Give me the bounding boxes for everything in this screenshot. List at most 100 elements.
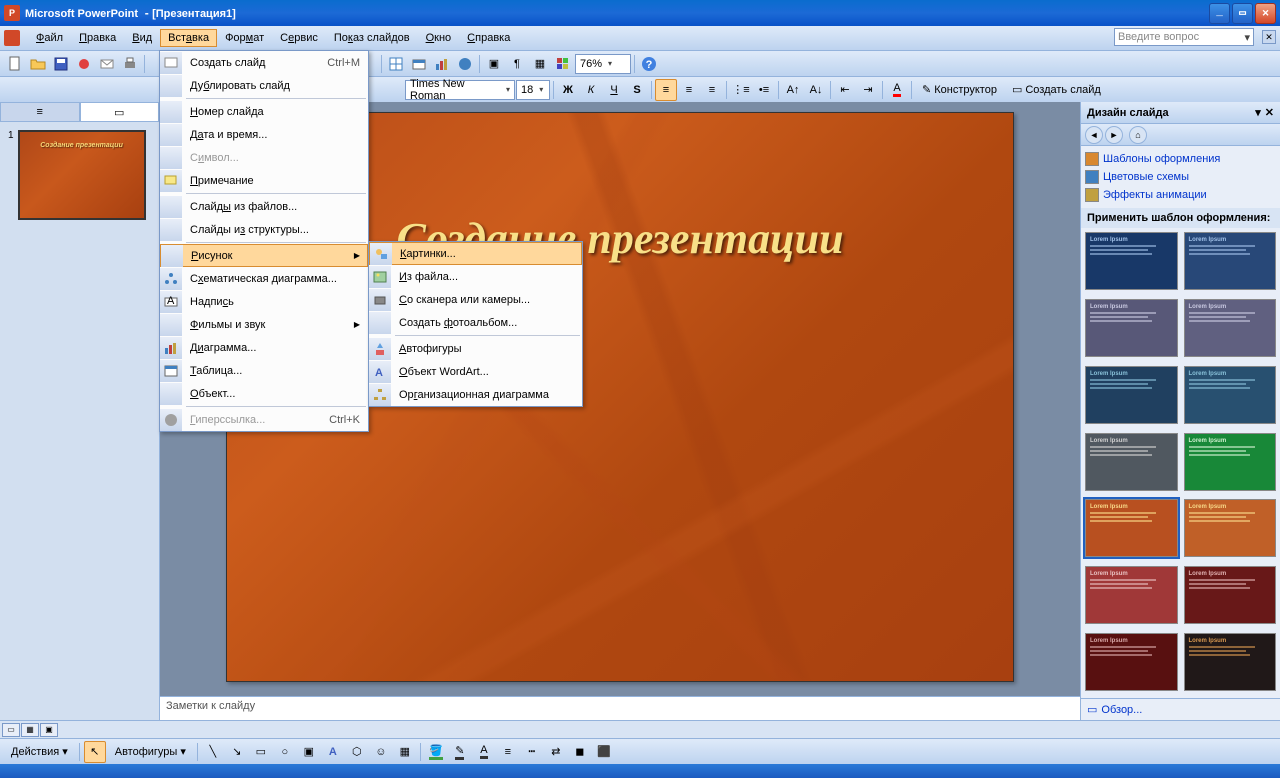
email-button[interactable] (96, 53, 118, 75)
menu-item-dup-slide[interactable]: Дублировать слайд (160, 74, 368, 97)
menu-edit[interactable]: Правка (71, 29, 124, 47)
template-thumb[interactable]: Lorem Ipsum (1085, 232, 1178, 290)
normal-view-button[interactable]: ▭ (2, 723, 20, 737)
menu-view[interactable]: Вид (124, 29, 160, 47)
font-color-button[interactable]: A (886, 79, 908, 101)
submenu-scanner[interactable]: Со сканера или камеры... (369, 288, 582, 311)
template-thumb[interactable]: Lorem Ipsum (1085, 366, 1178, 424)
menu-item-diagram[interactable]: Схематическая диаграмма... (160, 267, 368, 290)
submenu-fromfile[interactable]: Из файла... (369, 265, 582, 288)
clipart-button[interactable]: ☺ (370, 741, 392, 763)
numbered-list-button[interactable]: ⋮≡ (730, 79, 752, 101)
menu-item-datetime[interactable]: Дата и время... (160, 123, 368, 146)
table-insert-button[interactable] (408, 53, 430, 75)
template-thumb[interactable]: Lorem Ipsum (1085, 433, 1178, 491)
hyperlink-button[interactable] (454, 53, 476, 75)
expand-button[interactable]: ▣ (483, 53, 505, 75)
nav-home-button[interactable]: ⌂ (1129, 126, 1147, 144)
menu-item-slide-number[interactable]: Номер слайда (160, 100, 368, 123)
template-thumb[interactable]: Lorem Ipsum (1184, 499, 1277, 557)
new-slide-button[interactable]: ▭Создать слайд (1005, 79, 1108, 101)
maximize-button[interactable]: ▭ (1232, 3, 1253, 24)
increase-indent-button[interactable]: ⇥ (857, 79, 879, 101)
menu-window[interactable]: Окно (418, 29, 460, 47)
template-thumb[interactable]: Lorem Ipsum (1184, 633, 1277, 691)
task-pane-dropdown-icon[interactable]: ▾ (1255, 106, 1261, 119)
notes-pane[interactable]: Заметки к слайду (160, 696, 1080, 720)
slideshow-view-button[interactable]: ▣ (40, 723, 58, 737)
slides-tab[interactable]: ▭ (80, 102, 160, 122)
diagram-button[interactable]: ⬡ (346, 741, 368, 763)
linecolor-button[interactable]: ✎ (449, 741, 471, 763)
picture-button[interactable]: ▦ (394, 741, 416, 763)
fontsize-combo[interactable]: 18 (516, 80, 550, 100)
menu-item-movies[interactable]: Фильмы и звук▶ (160, 313, 368, 336)
linestyle-button[interactable]: ≡ (497, 741, 519, 763)
menu-file[interactable]: ФФайлайл (28, 29, 71, 47)
underline-button[interactable]: Ч (603, 79, 625, 101)
template-thumb[interactable]: Lorem Ipsum (1085, 499, 1178, 557)
shadow-button[interactable]: S (626, 79, 648, 101)
decrease-indent-button[interactable]: ⇤ (834, 79, 856, 101)
submenu-album[interactable]: Создать фотоальбом... (369, 311, 582, 334)
italic-button[interactable]: К (580, 79, 602, 101)
tables-button[interactable] (385, 53, 407, 75)
save-button[interactable] (50, 53, 72, 75)
zoom-combo[interactable]: 76% (575, 54, 631, 74)
menu-tools[interactable]: Сервис (272, 29, 326, 47)
outline-tab[interactable]: ≡ (0, 102, 80, 122)
menu-slideshow[interactable]: Показ слайдов (326, 29, 418, 47)
wordart-button[interactable]: A (322, 741, 344, 763)
3d-button[interactable]: ⬛ (593, 741, 615, 763)
designer-button[interactable]: ✎Конструктор (915, 79, 1004, 101)
show-formatting-button[interactable]: ¶ (506, 53, 528, 75)
new-doc-button[interactable] (4, 53, 26, 75)
menu-item-chart[interactable]: Диаграмма... (160, 336, 368, 359)
arrow-button[interactable]: ↘ (226, 741, 248, 763)
chart-button[interactable] (431, 53, 453, 75)
browse-link[interactable]: ▭Обзор... (1081, 698, 1280, 720)
color-button[interactable] (552, 53, 574, 75)
menu-item-comment[interactable]: Примечание (160, 169, 368, 192)
submenu-wordart[interactable]: AОбъект WordArt... (369, 360, 582, 383)
line-button[interactable]: ╲ (202, 741, 224, 763)
minimize-button[interactable]: _ (1209, 3, 1230, 24)
fontcolor2-button[interactable]: A (473, 741, 495, 763)
menu-item-object[interactable]: Объект... (160, 382, 368, 405)
template-thumb[interactable]: Lorem Ipsum (1184, 232, 1277, 290)
autoshapes-menu-button[interactable]: Автофигуры ▾ (108, 741, 193, 763)
increase-font-button[interactable]: A↑ (782, 79, 804, 101)
template-thumb[interactable]: Lorem Ipsum (1184, 366, 1277, 424)
dashstyle-button[interactable]: ┅ (521, 741, 543, 763)
menu-item-from-files[interactable]: Слайды из файлов... (160, 195, 368, 218)
rectangle-button[interactable]: ▭ (250, 741, 272, 763)
fillcolor-button[interactable]: 🪣 (425, 741, 447, 763)
menu-insert[interactable]: Вставка (160, 29, 217, 47)
link-templates[interactable]: Шаблоны оформления (1085, 150, 1276, 168)
menu-item-textbox[interactable]: AНадпись (160, 290, 368, 313)
help-search-input[interactable]: Введите вопрос (1114, 28, 1254, 46)
align-center-button[interactable]: ≡ (678, 79, 700, 101)
menu-item-new-slide[interactable]: Создать слайдCtrl+M (160, 51, 368, 74)
submenu-orgchart[interactable]: Организационная диаграмма (369, 383, 582, 406)
print-button[interactable] (119, 53, 141, 75)
font-combo[interactable]: Times New Roman (405, 80, 515, 100)
menu-item-table[interactable]: Таблица... (160, 359, 368, 382)
sorter-view-button[interactable]: ▦ (21, 723, 39, 737)
menu-item-from-outline[interactable]: Слайды из структуры... (160, 218, 368, 241)
link-color-schemes[interactable]: Цветовые схемы (1085, 168, 1276, 186)
open-button[interactable] (27, 53, 49, 75)
bold-button[interactable]: Ж (557, 79, 579, 101)
menu-help[interactable]: Справка (459, 29, 518, 47)
decrease-font-button[interactable]: A↓ (805, 79, 827, 101)
slide-thumbnail[interactable]: Создание презентации (18, 130, 146, 220)
nav-fwd-button[interactable]: ► (1105, 126, 1123, 144)
align-right-button[interactable]: ≡ (701, 79, 723, 101)
arrowstyle-button[interactable]: ⇄ (545, 741, 567, 763)
menu-format[interactable]: Формат (217, 29, 272, 47)
menu-item-picture[interactable]: Рисунок▶ (160, 244, 368, 267)
permission-button[interactable] (73, 53, 95, 75)
template-thumb[interactable]: Lorem Ipsum (1184, 566, 1277, 624)
template-thumb[interactable]: Lorem Ipsum (1184, 299, 1277, 357)
shadow-style-button[interactable]: ◼ (569, 741, 591, 763)
